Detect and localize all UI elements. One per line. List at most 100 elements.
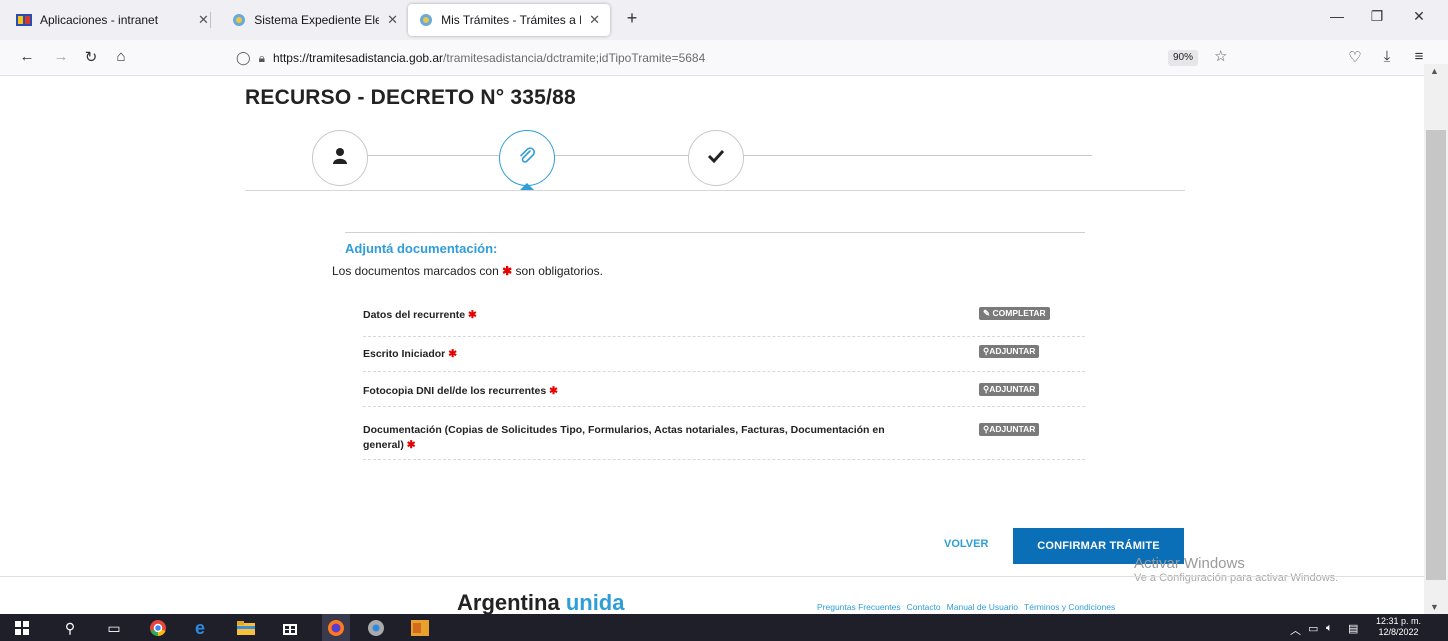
close-icon[interactable]: ✕ [387, 12, 398, 28]
chrome-alt-icon[interactable] [366, 618, 386, 638]
document-name: Fotocopia DNI del/de los recurrentes [363, 385, 547, 397]
required-mark: ✱ [468, 309, 477, 321]
tab-sistema-expediente[interactable]: Sistema Expediente Electrónico ✕ [222, 4, 408, 36]
footer-link-contact[interactable]: Contacto [907, 602, 941, 612]
tab-mis-tramites[interactable]: Mis Trámites - Trámites a Distan ✕ [408, 4, 610, 36]
required-mark: ✱ [448, 348, 458, 360]
section-heading: Adjuntá documentación: [345, 241, 498, 256]
system-clock[interactable]: 12:31 p. m. 12/8/2022 [1376, 616, 1421, 638]
footer-link-faq[interactable]: Preguntas Frecuentes [817, 602, 901, 612]
volver-button[interactable]: VOLVER [944, 538, 988, 550]
section-divider [345, 232, 1085, 233]
document-row: Datos del recurrente ✱ ✎ COMPLETAR [363, 305, 1085, 337]
paperclip-icon [517, 146, 537, 171]
footer-link-terms[interactable]: Términos y Condiciones [1024, 602, 1115, 612]
document-label: Datos del recurrente ✱ [363, 308, 923, 323]
close-window-icon[interactable]: ✕ [1404, 8, 1434, 25]
document-name: Datos del recurrente [363, 309, 466, 321]
zoom-level[interactable]: 90% [1168, 50, 1199, 66]
network-icon[interactable]: ▭ [1308, 622, 1318, 635]
document-label: Documentación (Copias de Solicitudes Tip… [363, 423, 923, 453]
completar-button[interactable]: ✎ COMPLETAR [979, 307, 1050, 320]
tab-separator [210, 12, 211, 28]
outlook-icon[interactable] [410, 618, 430, 638]
restore-icon[interactable]: ❐ [1362, 8, 1392, 25]
task-view-icon[interactable]: ▭ [104, 618, 124, 638]
gov-favicon-icon [418, 12, 433, 28]
document-row: Fotocopia DNI del/de los recurrentes ✱ ⚲… [363, 380, 1085, 407]
pocket-icon[interactable]: ♡ [1344, 48, 1366, 66]
windows-taskbar: ⚲ ▭ e ︿ ▭ 🔈︎ ▤ 12:31 p. m. 12/8/2022 [0, 614, 1448, 641]
document-name: Escrito Iniciador [363, 348, 446, 360]
store-icon[interactable] [280, 618, 300, 638]
reload-icon[interactable]: ↻ [80, 48, 102, 66]
close-icon[interactable]: ✕ [589, 12, 600, 28]
check-icon [707, 149, 725, 168]
adjuntar-button[interactable]: ⚲ADJUNTAR [979, 423, 1040, 436]
document-label: Escrito Iniciador ✱ [363, 347, 923, 362]
minimize-icon[interactable]: — [1322, 8, 1352, 24]
browser-nav-bar: ← → ↻ ⌂ ◯ 🔒︎ https://tramitesadistancia.… [0, 40, 1448, 76]
shield-icon: ◯ [236, 50, 251, 65]
adjuntar-label: ADJUNTAR [989, 424, 1036, 434]
forward-arrow-icon[interactable]: → [50, 48, 72, 65]
document-label: Fotocopia DNI del/de los recurrentes ✱ [363, 384, 923, 399]
steps-divider [245, 190, 1185, 191]
tab-title: Aplicaciones - intranet [40, 13, 159, 27]
close-icon[interactable]: ✕ [198, 12, 209, 28]
tab-title: Sistema Expediente Electrónico [254, 13, 380, 27]
firefox-icon[interactable] [322, 614, 350, 641]
footer-links: Preguntas Frecuentes Contacto Manual de … [817, 602, 1115, 612]
url-path: /tramitesadistancia/dctramite;idTipoTram… [443, 51, 706, 65]
required-mark: ✱ [406, 439, 416, 451]
adjuntar-button[interactable]: ⚲ADJUNTAR [979, 383, 1040, 396]
tray-chevron-icon[interactable]: ︿ [1290, 622, 1301, 638]
url-host: https://tramitesadistancia.gob.ar [272, 51, 444, 65]
footer-divider [0, 576, 1424, 577]
address-bar[interactable]: ◯ 🔒︎ https://tramitesadistancia.gob.ar/t… [236, 44, 1244, 72]
step-user[interactable] [312, 130, 368, 186]
document-row: Documentación (Copias de Solicitudes Tip… [363, 420, 1085, 460]
required-mark: ✱ [502, 264, 513, 278]
chrome-icon[interactable] [148, 618, 168, 638]
scroll-up-icon[interactable]: ▲ [1430, 66, 1439, 76]
scroll-down-icon[interactable]: ▼ [1430, 602, 1439, 612]
clock-date: 12/8/2022 [1378, 627, 1419, 637]
search-icon[interactable]: ⚲ [60, 618, 80, 638]
windows-activation-title: Activar Windows [1134, 555, 1245, 572]
adjuntar-button[interactable]: ⚲ADJUNTAR [979, 345, 1040, 358]
tab-title: Mis Trámites - Trámites a Distan [441, 13, 581, 27]
user-icon [332, 147, 348, 170]
back-arrow-icon[interactable]: ← [16, 48, 38, 65]
new-tab-button[interactable]: + [620, 8, 644, 29]
intranet-favicon-icon [16, 12, 32, 28]
section-description: Los documentos marcados con ✱ son obliga… [332, 264, 603, 278]
tab-aplicaciones[interactable]: Aplicaciones - intranet ✕ [6, 4, 228, 36]
download-icon[interactable]: ⤓ [1376, 48, 1398, 65]
browser-tab-bar: Aplicaciones - intranet ✕ Sistema Expedi… [0, 0, 1448, 40]
brand-accent: unida [565, 590, 625, 615]
page-title: RECURSO - DECRETO N° 335/88 [245, 86, 576, 109]
edge-icon[interactable]: e [190, 618, 210, 638]
windows-activation-subtitle: Ve a Configuración para activar Windows. [1134, 572, 1339, 584]
desc-text-before: Los documentos marcados con [332, 264, 499, 278]
windows-start-icon[interactable] [12, 618, 32, 638]
step-attachments[interactable] [499, 130, 555, 186]
file-explorer-icon[interactable] [236, 618, 256, 638]
desc-text-after: son obligatorios. [515, 264, 603, 278]
bookmark-star-icon[interactable]: ☆ [1214, 47, 1227, 65]
notifications-icon[interactable]: ▤ [1348, 622, 1358, 635]
menu-icon[interactable]: ≡ [1408, 48, 1430, 65]
home-icon[interactable]: ⌂ [110, 48, 132, 65]
pencil-icon: ✎ [983, 308, 991, 318]
lock-icon: 🔒︎ [258, 50, 265, 65]
adjuntar-label: ADJUNTAR [989, 384, 1036, 394]
footer-link-manual[interactable]: Manual de Usuario [947, 602, 1018, 612]
document-row: Escrito Iniciador ✱ ⚲ADJUNTAR [363, 344, 1085, 372]
footer-brand: Argentina unida [457, 590, 624, 616]
url-text: https://tramitesadistancia.gob.ar/tramit… [273, 51, 705, 65]
required-mark: ✱ [549, 385, 558, 397]
scrollbar-thumb[interactable] [1426, 130, 1446, 580]
step-confirm[interactable] [688, 130, 744, 186]
volume-muted-icon[interactable]: 🔈︎ [1326, 622, 1333, 635]
